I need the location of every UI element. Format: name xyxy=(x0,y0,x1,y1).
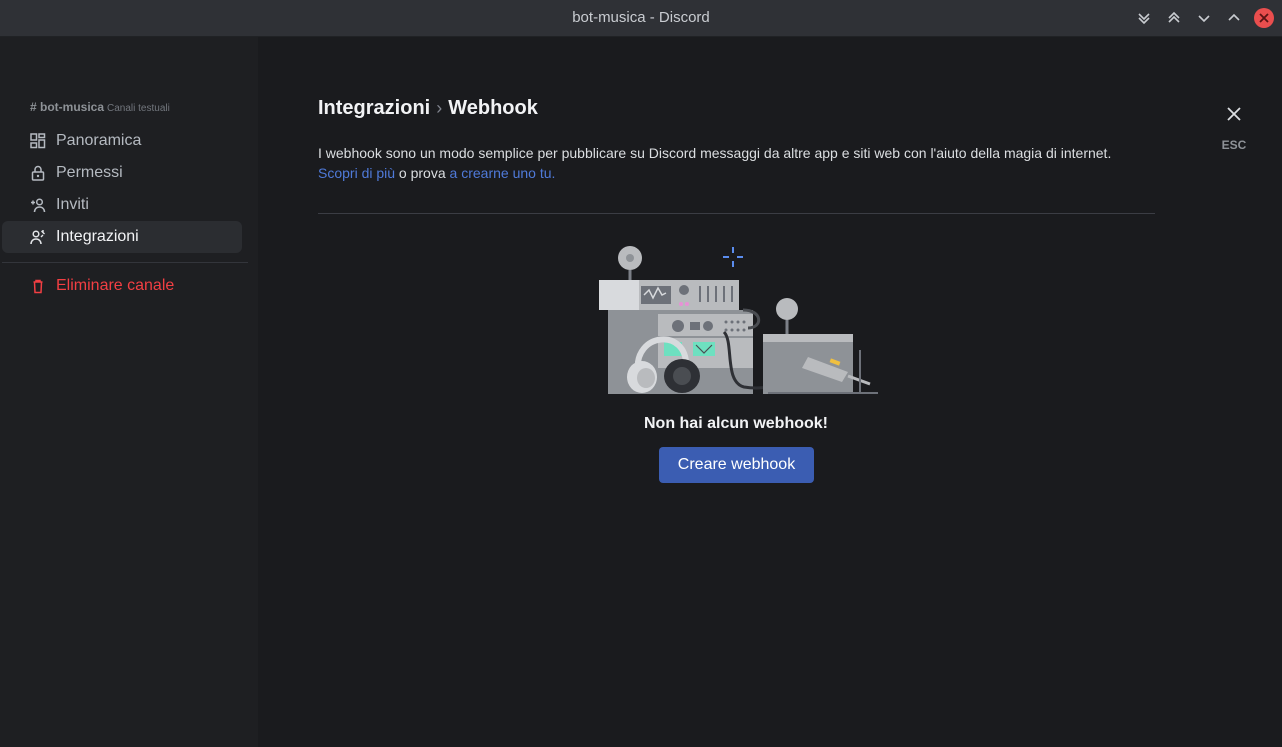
sidebar-item-label: Inviti xyxy=(56,196,89,213)
create-one-link[interactable]: a crearne uno tu. xyxy=(450,165,556,181)
create-webhook-button[interactable]: Creare webhook xyxy=(659,447,814,483)
grid-icon xyxy=(30,133,46,149)
sidebar-item-label: Permessi xyxy=(56,164,123,181)
sidebar-divider xyxy=(2,262,248,263)
delete-channel-label: Eliminare canale xyxy=(56,277,175,294)
minimize-icon[interactable] xyxy=(1194,8,1214,28)
window-titlebar: bot-musica - Discord xyxy=(0,0,1282,37)
or-try-text: o prova xyxy=(395,165,450,181)
keep-above-icon[interactable] xyxy=(1164,8,1184,28)
close-settings[interactable]: ESC xyxy=(1214,105,1254,152)
close-icon[interactable] xyxy=(1214,105,1254,128)
sidebar-item-label: Integrazioni xyxy=(56,228,139,245)
integrations-icon xyxy=(30,229,46,245)
sidebar-item-inviti[interactable]: Inviti xyxy=(2,189,242,221)
keep-below-icon[interactable] xyxy=(1134,8,1154,28)
sidebar-item-panoramica[interactable]: Panoramica xyxy=(2,125,242,157)
lock-icon xyxy=(30,165,46,181)
breadcrumb-separator: › xyxy=(436,98,443,118)
channel-name: # bot-musica xyxy=(30,100,105,114)
settings-sidebar: # bot-musica Canali testuali Panoramica P… xyxy=(0,37,258,747)
empty-webhook-illustration xyxy=(599,246,878,394)
learn-more-link[interactable]: Scopri di più xyxy=(318,165,395,181)
breadcrumb: Integrazioni › Webhook xyxy=(318,97,538,120)
window-close-icon[interactable] xyxy=(1254,8,1274,28)
empty-state-title: Non hai alcun webhook! xyxy=(643,415,828,432)
channel-type: Canali testuali xyxy=(107,103,170,114)
content-divider xyxy=(318,213,1155,214)
description-text: I webhook sono un modo semplice per pubb… xyxy=(318,145,1112,161)
sidebar-item-integrazioni[interactable]: Integrazioni xyxy=(2,221,242,253)
add-person-icon xyxy=(30,197,46,213)
window-title: bot-musica - Discord xyxy=(572,9,710,26)
sidebar-channel-header: # bot-musica Canali testuali xyxy=(30,100,170,114)
breadcrumb-current: Webhook xyxy=(448,97,538,119)
breadcrumb-parent[interactable]: Integrazioni xyxy=(318,97,430,120)
sidebar-item-permessi[interactable]: Permessi xyxy=(2,157,242,189)
maximize-icon[interactable] xyxy=(1224,8,1244,28)
webhook-description: I webhook sono un modo semplice per pubb… xyxy=(318,143,1178,183)
settings-content: Integrazioni › Webhook I webhook sono un… xyxy=(258,37,1282,747)
esc-hint: ESC xyxy=(1221,138,1247,152)
sidebar-item-label: Panoramica xyxy=(56,132,142,149)
trash-icon xyxy=(30,278,46,294)
delete-channel-button[interactable]: Eliminare canale xyxy=(2,270,242,302)
